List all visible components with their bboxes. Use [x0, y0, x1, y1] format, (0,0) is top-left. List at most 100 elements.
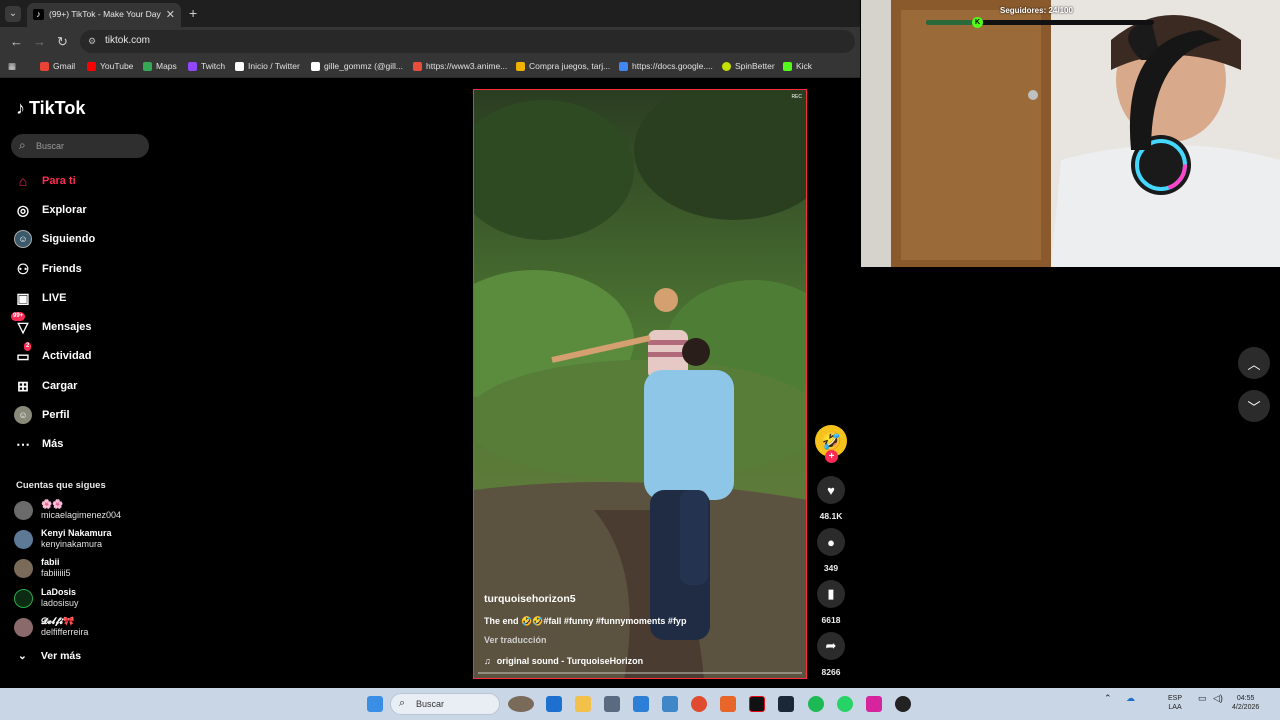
video-sound[interactable]: ♫ original sound - TurquoiseHorizon	[484, 656, 643, 666]
taskbar-search-label: Buscar	[416, 699, 445, 709]
nav-actividad[interactable]: ▭ 2 Actividad	[14, 342, 92, 367]
save-button[interactable]: ▮ 6618	[815, 580, 847, 625]
followed-account[interactable]: 𝓓𝓮𝓵𝓯𝓲🎀 delfifferreira	[14, 614, 88, 640]
previous-video-button[interactable]: ︿	[1238, 347, 1270, 379]
avatar	[14, 529, 33, 549]
search-icon: ⌕	[399, 697, 406, 709]
sound-label: original sound - TurquoiseHorizon	[496, 656, 644, 666]
search-input[interactable]	[36, 138, 141, 154]
tab-search-button[interactable]: ⌄	[5, 6, 21, 22]
like-button[interactable]: ♥ 48.1K	[815, 476, 847, 521]
save-count: 6618	[821, 615, 841, 625]
following-icon: ☺	[14, 230, 32, 248]
nav-label: Siguiendo	[42, 233, 96, 245]
omnibox[interactable]: ⚙ tiktok.com	[80, 30, 855, 53]
back-icon[interactable]: ←	[10, 34, 23, 49]
followed-account[interactable]: 🌸🌸 micaelagimenez004	[14, 497, 121, 523]
forward-icon[interactable]: →	[33, 34, 46, 49]
logo-text: TikTok	[29, 98, 86, 118]
followed-account[interactable]: LaDosis ladosisuy	[14, 585, 79, 611]
translate-link[interactable]: Ver traducción	[484, 635, 547, 645]
nav-cargar[interactable]: ⊞ Cargar	[14, 375, 77, 397]
messages-icon: ▽ 99+	[11, 312, 29, 335]
video-caption: The end 🤣🤣#fall #funny #funnymoments #fy…	[484, 616, 687, 626]
tab-close-icon[interactable]: ✕	[166, 8, 175, 21]
tab-title: (99+) TikTok - Make Your Day	[49, 9, 161, 19]
next-video-button[interactable]: ﹀	[1238, 390, 1270, 422]
task-view-icon[interactable]	[546, 696, 562, 712]
widgets-icon[interactable]	[508, 696, 534, 712]
bookmark-icon: ▮	[817, 580, 845, 608]
comment-button[interactable]: ● 349	[815, 528, 847, 573]
app-icon[interactable]	[662, 696, 678, 712]
app-icon[interactable]	[720, 696, 736, 712]
browser-tab[interactable]: ♪ (99+) TikTok - Make Your Day ✕	[27, 3, 181, 27]
nav-mensajes[interactable]: ▽ 99+ Mensajes	[11, 312, 92, 338]
app-icon[interactable]	[633, 696, 649, 712]
language-code: ESP	[1168, 695, 1183, 702]
steam-icon[interactable]	[778, 696, 794, 712]
clock[interactable]: 04:55 4/2/2026	[1232, 694, 1259, 712]
spotify-icon[interactable]	[808, 696, 824, 712]
file-explorer-icon[interactable]	[575, 696, 591, 712]
app-icon[interactable]	[895, 696, 911, 712]
nav-live[interactable]: ▣ LIVE	[14, 287, 66, 309]
nav-friends[interactable]: ⚇ Friends	[14, 258, 82, 280]
netflix-icon[interactable]	[749, 696, 765, 712]
see-more-button[interactable]: ⌄ Ver más	[18, 650, 81, 662]
bookmark-spinbetter[interactable]: SpinBetter	[722, 61, 775, 71]
search-box[interactable]: ⌕	[11, 134, 149, 158]
bookmark-maps[interactable]: Maps	[143, 61, 177, 71]
apps-icon[interactable]: ▦	[8, 61, 16, 72]
nav-para-ti[interactable]: ⌂ Para ti	[14, 170, 76, 192]
language-indicator[interactable]: ESP LAA	[1168, 694, 1182, 712]
start-icon[interactable]	[367, 696, 383, 712]
browser-tab-bar: ⌄ ♪ (99+) TikTok - Make Your Day ✕ +	[0, 0, 860, 27]
bookmark-anime[interactable]: https://www3.anime...	[413, 61, 507, 71]
onedrive-icon[interactable]: ☁	[1126, 694, 1135, 703]
bookmark-games[interactable]: Compra juegos, tarj...	[516, 61, 610, 71]
share-button[interactable]: ➦ 8266	[815, 632, 847, 677]
nav-explorar[interactable]: ◎ Explorar	[14, 199, 87, 221]
followed-account[interactable]: Kenyi Nakamura kenyinakamura	[14, 526, 112, 552]
followed-account[interactable]: fabii fabiiiiii5	[14, 555, 71, 581]
video-progress-bar[interactable]	[478, 672, 802, 674]
instagram-icon[interactable]	[866, 696, 882, 712]
tiktok-logo[interactable]: ♪ TikTok	[16, 98, 85, 119]
bookmark-twitch[interactable]: Twitch	[188, 61, 225, 71]
chrome-icon[interactable]	[691, 696, 707, 712]
new-tab-button[interactable]: +	[189, 5, 197, 21]
reload-icon[interactable]: ↻	[57, 34, 68, 50]
bookmark-gmail[interactable]: Gmail	[40, 61, 75, 71]
bookmark-youtube[interactable]: YouTube	[87, 61, 133, 71]
video-username[interactable]: turquoisehorizon5	[484, 593, 576, 605]
nav-mas[interactable]: ⋯ Más	[14, 433, 63, 455]
nav-siguiendo[interactable]: ☺ Siguiendo	[14, 228, 95, 250]
taskbar-search[interactable]: ⌕ Buscar	[390, 693, 500, 715]
volume-icon[interactable]: ◁)	[1213, 694, 1223, 703]
store-icon[interactable]	[604, 696, 620, 712]
more-icon: ⋯	[16, 435, 30, 452]
bookmark-label: Gmail	[53, 61, 76, 71]
site-info-icon[interactable]: ⚙	[88, 36, 96, 47]
comment-icon: ●	[817, 528, 845, 556]
avatar	[14, 617, 33, 637]
chevron-down-icon: ⌄	[18, 650, 27, 662]
network-icon[interactable]: ▭	[1198, 694, 1207, 703]
nav-perfil[interactable]: ☺ Perfil	[14, 404, 70, 426]
whatsapp-icon[interactable]	[837, 696, 853, 712]
follow-plus-icon[interactable]: +	[825, 450, 838, 463]
nav-label: Mensajes	[42, 321, 92, 333]
bookmark-tiktok-profile[interactable]: gille_gommz (@gill...	[311, 61, 403, 71]
docs-icon	[619, 61, 628, 71]
bookmark-kick[interactable]: Kick	[783, 61, 812, 71]
bookmark-docs[interactable]: https://docs.google....	[619, 61, 713, 71]
video-player[interactable]: REC turquoisehorizon5 The end 🤣🤣#fall #f…	[473, 89, 807, 679]
nav-label: Friends	[42, 263, 82, 275]
url-text[interactable]: tiktok.com	[105, 35, 150, 46]
tray-expand-icon[interactable]: ⌃	[1104, 694, 1112, 703]
account-handle: fabiiiiii5	[41, 568, 71, 578]
clock-date: 4/2/2026	[1232, 704, 1260, 711]
bookmark-twitter[interactable]: Inicio / Twitter	[235, 61, 300, 71]
avatar	[14, 558, 33, 578]
